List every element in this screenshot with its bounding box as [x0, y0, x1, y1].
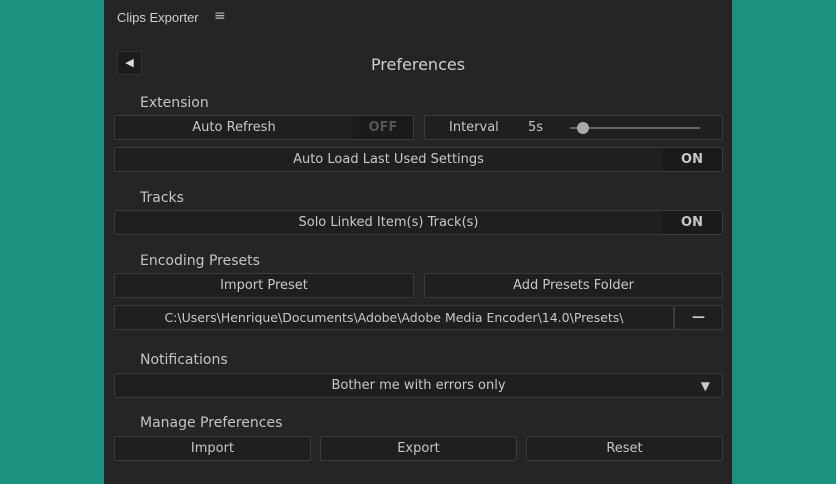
interval-value: 5s [528, 120, 544, 135]
interval-slider[interactable] [570, 122, 700, 134]
reset-preferences-button[interactable]: Reset [526, 436, 723, 461]
auto-load-state: ON [662, 148, 722, 171]
preset-path-field[interactable]: C:\Users\Henrique\Documents\Adobe\Adobe … [114, 305, 674, 330]
section-extension: Extension [140, 95, 209, 111]
extension-panel: Clips Exporter ≡ ◀ Preferences Extension… [104, 0, 732, 484]
auto-refresh-toggle[interactable]: Auto Refresh OFF [114, 115, 414, 140]
solo-tracks-state: ON [662, 211, 722, 234]
export-preferences-button[interactable]: Export [320, 436, 517, 461]
auto-refresh-state: OFF [353, 116, 413, 139]
notifications-select[interactable]: Bother me with errors only ▼ [114, 373, 723, 398]
add-presets-folder-button[interactable]: Add Presets Folder [424, 273, 723, 298]
interval-control: Interval 5s [424, 115, 723, 140]
dropdown-arrow-icon: ▼ [700, 378, 710, 393]
import-preferences-button[interactable]: Import [114, 436, 311, 461]
section-encoding: Encoding Presets [140, 253, 260, 269]
section-notifications: Notifications [140, 352, 228, 368]
slider-knob[interactable] [577, 122, 589, 134]
solo-tracks-label: Solo Linked Item(s) Track(s) [298, 215, 479, 230]
notifications-value: Bother me with errors only [331, 378, 506, 393]
section-manage: Manage Preferences [140, 415, 283, 431]
panel-title: Clips Exporter [117, 10, 199, 25]
solo-tracks-toggle[interactable]: Solo Linked Item(s) Track(s) ON [114, 210, 723, 235]
import-preset-button[interactable]: Import Preset [114, 273, 414, 298]
interval-label: Interval [449, 120, 499, 135]
auto-load-label: Auto Load Last Used Settings [293, 152, 484, 167]
page-title: Preferences [370, 55, 466, 74]
section-tracks: Tracks [140, 190, 184, 206]
hamburger-menu-icon[interactable]: ≡ [214, 8, 226, 24]
auto-load-toggle[interactable]: Auto Load Last Used Settings ON [114, 147, 723, 172]
remove-path-button[interactable]: — [674, 305, 723, 330]
